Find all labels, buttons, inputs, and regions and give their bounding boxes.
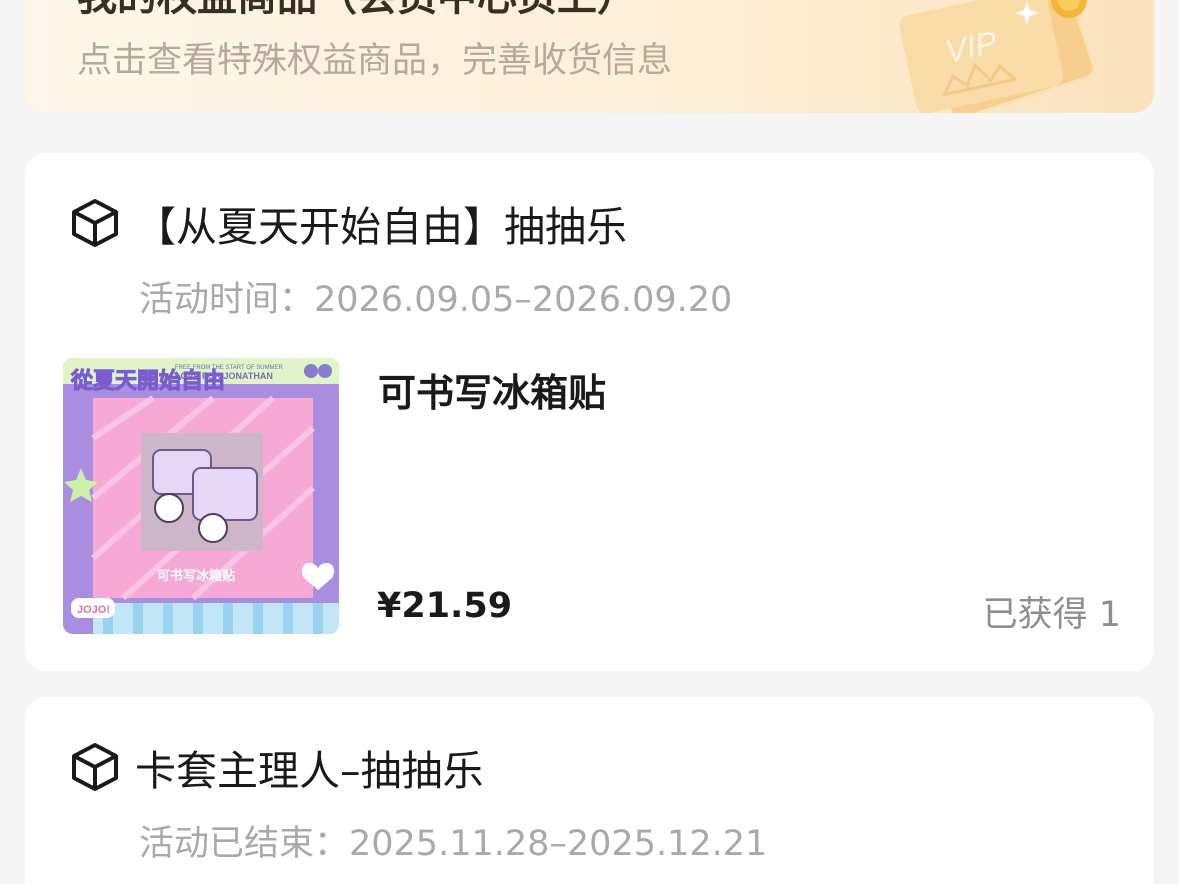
equity-goods-page: 我的权益商品（会员中心页上） 点击查看特殊权益商品，完善收货信息 VIP 【从夏 bbox=[0, 0, 1179, 884]
product-image: FREE FROM THE START OF SUMMER LOVE FOR J… bbox=[63, 358, 339, 634]
svg-text:可书写冰箱贴: 可书写冰箱贴 bbox=[157, 568, 235, 584]
activity-card[interactable]: 【从夏天开始自由】抽抽乐 活动时间：2026.09.05–2026.09.20 … bbox=[25, 153, 1154, 671]
vip-card-illustration: VIP bbox=[899, 0, 1096, 113]
obtained-count: 已获得 1 bbox=[982, 595, 1121, 635]
box-icon bbox=[72, 743, 118, 791]
activity-header: 卡套主理人–抽抽乐 bbox=[67, 737, 484, 797]
activity-card[interactable]: 卡套主理人–抽抽乐 活动已结束：2025.11.28–2025.12.21 bbox=[25, 697, 1154, 884]
activity-time: 活动已结束：2025.11.28–2025.12.21 bbox=[139, 824, 768, 864]
product-name: 可书写冰箱贴 bbox=[378, 371, 607, 415]
product-item[interactable]: FREE FROM THE START OF SUMMER LOVE FOR J… bbox=[63, 358, 1123, 635]
product-thumbnail[interactable]: FREE FROM THE START OF SUMMER LOVE FOR J… bbox=[63, 358, 339, 634]
box-icon bbox=[72, 199, 118, 247]
svg-text:JOJO!: JOJO! bbox=[77, 604, 110, 616]
banner-subtitle: 点击查看特殊权益商品，完善收货信息 bbox=[77, 41, 673, 81]
activity-title: 【从夏天开始自由】抽抽乐 bbox=[135, 203, 627, 251]
svg-text:從夏天開始自由: 從夏天開始自由 bbox=[70, 368, 225, 394]
product-price: ¥21.59 bbox=[377, 586, 513, 626]
equity-goods-banner[interactable]: 我的权益商品（会员中心页上） 点击查看特殊权益商品，完善收货信息 VIP bbox=[25, 0, 1154, 113]
activity-header: 【从夏天开始自由】抽抽乐 bbox=[67, 193, 627, 253]
banner-title: 我的权益商品（会员中心页上） bbox=[77, 0, 637, 22]
activity-time: 活动时间：2026.09.05–2026.09.20 bbox=[139, 280, 733, 320]
activity-title: 卡套主理人–抽抽乐 bbox=[135, 747, 484, 795]
